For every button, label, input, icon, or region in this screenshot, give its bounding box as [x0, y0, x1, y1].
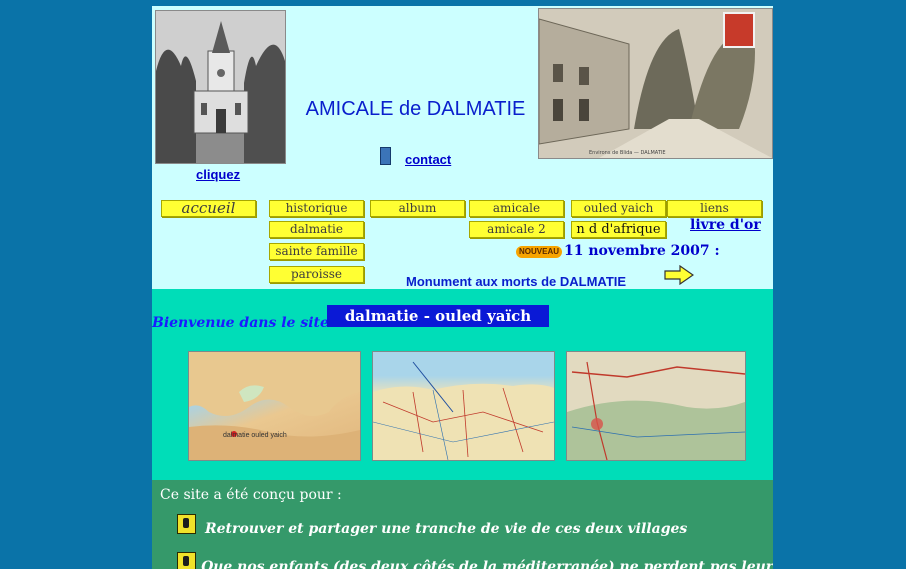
svg-text:Environs de Blida — DALMATIE: Environs de Blida — DALMATIE: [589, 150, 666, 156]
nouveau-badge: NOUVEAU: [516, 246, 563, 258]
church-photo[interactable]: [155, 10, 286, 164]
nav-amicale-button[interactable]: amicale: [469, 200, 564, 217]
footprint-icon: [177, 514, 196, 534]
footprint-icon: [177, 552, 196, 569]
map-algeria-drawing: [373, 361, 554, 460]
intro-section: Ce site a été conçu pour : Retrouver et …: [152, 480, 773, 569]
nav-ouled-yaich-button[interactable]: ouled yaich: [571, 200, 666, 217]
map-europe-label: dalmatie ouled yaich: [223, 432, 287, 439]
cliquez-link[interactable]: cliquez: [196, 167, 240, 182]
map-blida[interactable]: [566, 351, 746, 461]
nav-nd-afrique-button[interactable]: n d d'afrique: [571, 221, 666, 238]
map-europe[interactable]: dalmatie ouled yaich: [188, 351, 361, 461]
news-date: 11 novembre 2007 :: [564, 243, 720, 259]
site-name-banner: dalmatie - ouled yaïch: [327, 305, 549, 327]
nav-sainte-famille-button[interactable]: sainte famille: [269, 243, 364, 260]
map-europe-drawing: [189, 352, 360, 460]
contact-link[interactable]: contact: [405, 152, 451, 167]
header-section: Environs de Blida — DALMATIE AMICALE de …: [152, 6, 773, 289]
street-photo[interactable]: Environs de Blida — DALMATIE: [538, 8, 773, 159]
arrow-right-icon[interactable]: [664, 265, 694, 285]
intro-bullet-2: Que nos enfants (des deux côtés de la mé…: [201, 559, 773, 569]
nav-historique-button[interactable]: historique: [269, 200, 364, 217]
church-photo-drawing: [156, 11, 285, 163]
street-photo-drawing: Environs de Blida — DALMATIE: [539, 9, 772, 158]
nav-accueil-button[interactable]: accueil: [161, 200, 256, 217]
nav-paroisse-button[interactable]: paroisse: [269, 266, 364, 283]
map-blida-drawing: [567, 352, 745, 460]
contact-phone-icon[interactable]: [380, 147, 391, 165]
map-algeria[interactable]: [372, 351, 555, 461]
nav-amicale2-button[interactable]: amicale 2: [469, 221, 564, 238]
intro-bullet-1: Retrouver et partager une tranche de vie…: [205, 521, 688, 537]
nav-liens-button[interactable]: liens: [667, 200, 762, 217]
page-content: Environs de Blida — DALMATIE AMICALE de …: [152, 6, 773, 569]
welcome-section: Bienvenue dans le site de : dalmatie - o…: [152, 289, 773, 480]
nav-dalmatie-button[interactable]: dalmatie: [269, 221, 364, 238]
intro-heading: Ce site a été conçu pour :: [160, 487, 342, 503]
monument-link[interactable]: Monument aux morts de DALMATIE: [406, 274, 626, 289]
nav-album-button[interactable]: album: [370, 200, 465, 217]
livre-dor-link[interactable]: livre d'or: [690, 217, 761, 233]
site-title: AMICALE de DALMATIE: [305, 98, 526, 120]
